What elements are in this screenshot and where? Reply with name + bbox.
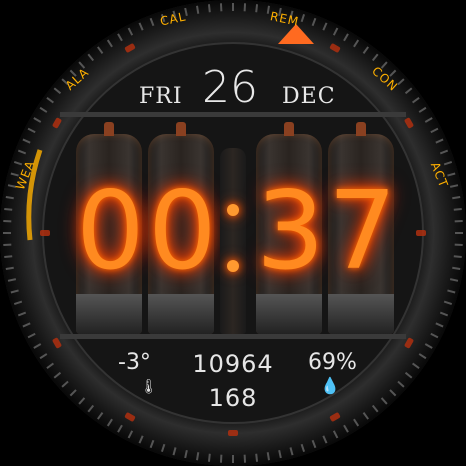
day-of-week: FRI bbox=[139, 84, 183, 109]
month: DEC bbox=[282, 84, 336, 109]
bezel-tick bbox=[207, 4, 211, 13]
temperature-value[interactable]: -3° bbox=[118, 350, 151, 375]
colon-separator bbox=[220, 148, 246, 334]
nixie-time-display: 0 0 3 7 bbox=[60, 118, 406, 338]
calories-value[interactable]: 168 bbox=[188, 384, 278, 412]
stats-panel: -3° 🌡 10964 168 69% 💧 bbox=[0, 344, 466, 414]
day-number: 26 bbox=[202, 62, 258, 113]
bezel-tick bbox=[255, 453, 259, 462]
bezel-tick bbox=[196, 452, 200, 461]
bezel-tick bbox=[196, 5, 200, 14]
water-drop-icon: 💧 bbox=[320, 378, 340, 395]
humidity-value[interactable]: 69% bbox=[308, 350, 357, 375]
nixie-tube-hour-ones: 0 bbox=[148, 122, 217, 334]
steps-value[interactable]: 10964 bbox=[188, 350, 278, 378]
minute-ones-digit: 7 bbox=[328, 169, 397, 294]
bezel-tick bbox=[453, 255, 462, 259]
bezel-tick bbox=[5, 196, 14, 200]
hour-tens-digit: 0 bbox=[76, 169, 145, 294]
nixie-tube-minute-ones: 7 bbox=[328, 122, 397, 334]
nixie-tube-hour-tens: 0 bbox=[76, 122, 145, 334]
watch-face: CAL REM ALA CON WEA ACT FRI 26 DEC 0 0 3 bbox=[0, 0, 466, 466]
date-display: FRI 26 DEC bbox=[0, 62, 466, 113]
nixie-tube-minute-tens: 3 bbox=[256, 122, 325, 334]
bezel-tick bbox=[266, 452, 270, 461]
minute-tens-digit: 3 bbox=[256, 169, 325, 294]
bezel-tick bbox=[207, 453, 211, 462]
bezel-tick bbox=[255, 4, 259, 13]
bezel-tick bbox=[266, 5, 270, 14]
bezel-tick bbox=[5, 266, 14, 270]
colon-dot-top bbox=[227, 204, 239, 216]
bezel-tick bbox=[4, 255, 13, 259]
bezel-tick bbox=[453, 207, 462, 211]
bezel-tick bbox=[452, 266, 461, 270]
bezel-tick bbox=[452, 196, 461, 200]
hour-ones-digit: 0 bbox=[148, 169, 217, 294]
thermometer-icon: 🌡 bbox=[140, 378, 158, 394]
colon-dot-bottom bbox=[227, 260, 239, 272]
bezel-tick bbox=[4, 207, 13, 211]
